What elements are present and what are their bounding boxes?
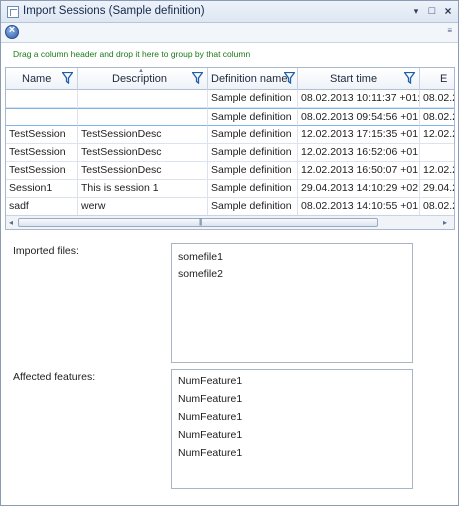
cell-start-time: 12.02.2013 16:50:07 +01:00 [298, 162, 420, 180]
cell-end-time: 12.02.20 [423, 128, 454, 140]
table-row[interactable]: TestSession TestSessionDesc Sample defin… [6, 126, 454, 144]
cell-end-time [420, 144, 454, 162]
cell-description: This is session 1 [78, 180, 208, 198]
list-item[interactable]: NumFeature1 [178, 447, 242, 459]
column-header-definition-name[interactable]: Definition name [208, 68, 298, 90]
cell-definition: Sample definition [208, 144, 298, 162]
cell-end-time: 08.02.20 [420, 108, 454, 126]
column-label: Start time [330, 73, 378, 85]
cell-definition: Sample definition [208, 108, 298, 126]
cell-start-time: 29.04.2013 14:10:29 +02:00 [298, 180, 420, 198]
cell-description: werw [78, 198, 208, 216]
list-item[interactable]: NumFeature1 [178, 429, 242, 441]
cell-name: TestSession [6, 126, 78, 144]
grid-header: Name ▲ Description Definition name Start… [6, 68, 454, 90]
cell-end-time: 29.04.20 [423, 182, 454, 194]
column-header-description[interactable]: ▲ Description [78, 68, 208, 90]
cell-name [6, 108, 78, 126]
table-row[interactable]: TestSession TestSessionDesc Sample defin… [6, 144, 454, 162]
funnel-icon[interactable] [192, 72, 203, 84]
pin-button[interactable]: ▾ [409, 4, 423, 18]
cell-definition: Sample definition [208, 162, 298, 180]
column-header-start-time[interactable]: Start time [298, 68, 420, 90]
cell-description: TestSessionDesc [78, 144, 208, 162]
cell-name: Session1 [6, 180, 78, 198]
cell-description [78, 90, 208, 108]
cell-start-time: 08.02.2013 09:54:56 +01:00 [298, 108, 420, 126]
maximize-button[interactable]: □ [425, 4, 439, 18]
cell-definition: Sample definition [208, 90, 298, 108]
scrollbar-grip-icon: ||| [199, 219, 203, 226]
cell-end-time: 08.02.20 [423, 92, 454, 104]
cell-description: TestSessionDesc [78, 162, 208, 180]
cell-end-time: 08.02.20 [423, 200, 454, 212]
cell-start-time: 08.02.2013 10:11:37 +01:00 [298, 90, 420, 108]
column-header-name[interactable]: Name [6, 68, 78, 90]
group-by-hint: Drag a column header and drop it here to… [13, 49, 251, 59]
scroll-right-icon[interactable]: ▸ [443, 218, 447, 227]
close-button[interactable]: × [441, 4, 455, 18]
import-sessions-window: Import Sessions (Sample definition) ▾ □ … [0, 0, 459, 506]
scroll-left-icon[interactable]: ◂ [9, 218, 13, 227]
toolbar-menu-icon[interactable]: ≡ [447, 26, 452, 35]
funnel-icon[interactable] [404, 72, 415, 84]
cell-description [78, 108, 208, 126]
cell-start-time: 08.02.2013 14:10:55 +01:00 [298, 198, 420, 216]
window-icon [7, 6, 19, 18]
sessions-grid: Name ▲ Description Definition name Start… [5, 67, 455, 230]
list-item[interactable]: NumFeature1 [178, 411, 242, 423]
toolbar: ≡ [1, 23, 458, 43]
table-row[interactable]: Session1 This is session 1 Sample defini… [6, 180, 454, 198]
table-row[interactable]: Sample definition 08.02.2013 10:11:37 +0… [6, 90, 454, 108]
scrollbar-thumb[interactable]: ||| [18, 218, 378, 227]
list-item[interactable]: somefile1 [178, 251, 223, 263]
list-item[interactable]: NumFeature1 [178, 393, 242, 405]
column-label: E [440, 73, 448, 85]
cell-start-time: 12.02.2013 16:52:06 +01:00 [298, 144, 420, 162]
title-bar[interactable]: Import Sessions (Sample definition) ▾ □ … [1, 1, 458, 23]
table-row[interactable]: sadf werw Sample definition 08.02.2013 1… [6, 198, 454, 216]
cell-description: TestSessionDesc [78, 126, 208, 144]
cell-definition: Sample definition [208, 126, 298, 144]
cell-name: TestSession [6, 162, 78, 180]
cell-definition: Sample definition [208, 198, 298, 216]
close-circle-icon[interactable] [5, 24, 19, 39]
table-row-current[interactable]: Sample definition 08.02.2013 09:54:56 +0… [6, 108, 454, 126]
list-item[interactable]: NumFeature1 [178, 375, 242, 387]
horizontal-scrollbar[interactable]: ◂ ||| ▸ [6, 215, 454, 229]
cell-name [6, 90, 78, 108]
cell-start-time: 12.02.2013 17:15:35 +01:00 [298, 126, 420, 144]
cell-name: sadf [6, 198, 78, 216]
group-by-panel[interactable]: Drag a column header and drop it here to… [1, 43, 458, 63]
cell-definition: Sample definition [208, 180, 298, 198]
column-header-end-time[interactable]: E [420, 68, 454, 90]
affected-features-label: Affected features: [13, 371, 96, 383]
column-label: Definition name [211, 73, 288, 85]
list-item[interactable]: somefile2 [178, 268, 223, 280]
window-title: Import Sessions (Sample definition) [23, 5, 205, 17]
table-row[interactable]: TestSession TestSessionDesc Sample defin… [6, 162, 454, 180]
imported-files-list[interactable]: somefile1 somefile2 [171, 243, 413, 363]
imported-files-label: Imported files: [13, 245, 79, 257]
column-label: Name [22, 73, 52, 85]
cell-name: TestSession [6, 144, 78, 162]
cell-end-time: 12.02.20 [423, 164, 454, 176]
funnel-icon[interactable] [62, 72, 73, 84]
column-label: Description [112, 73, 168, 85]
affected-features-list[interactable]: NumFeature1 NumFeature1 NumFeature1 NumF… [171, 369, 413, 489]
funnel-icon[interactable] [284, 72, 295, 84]
